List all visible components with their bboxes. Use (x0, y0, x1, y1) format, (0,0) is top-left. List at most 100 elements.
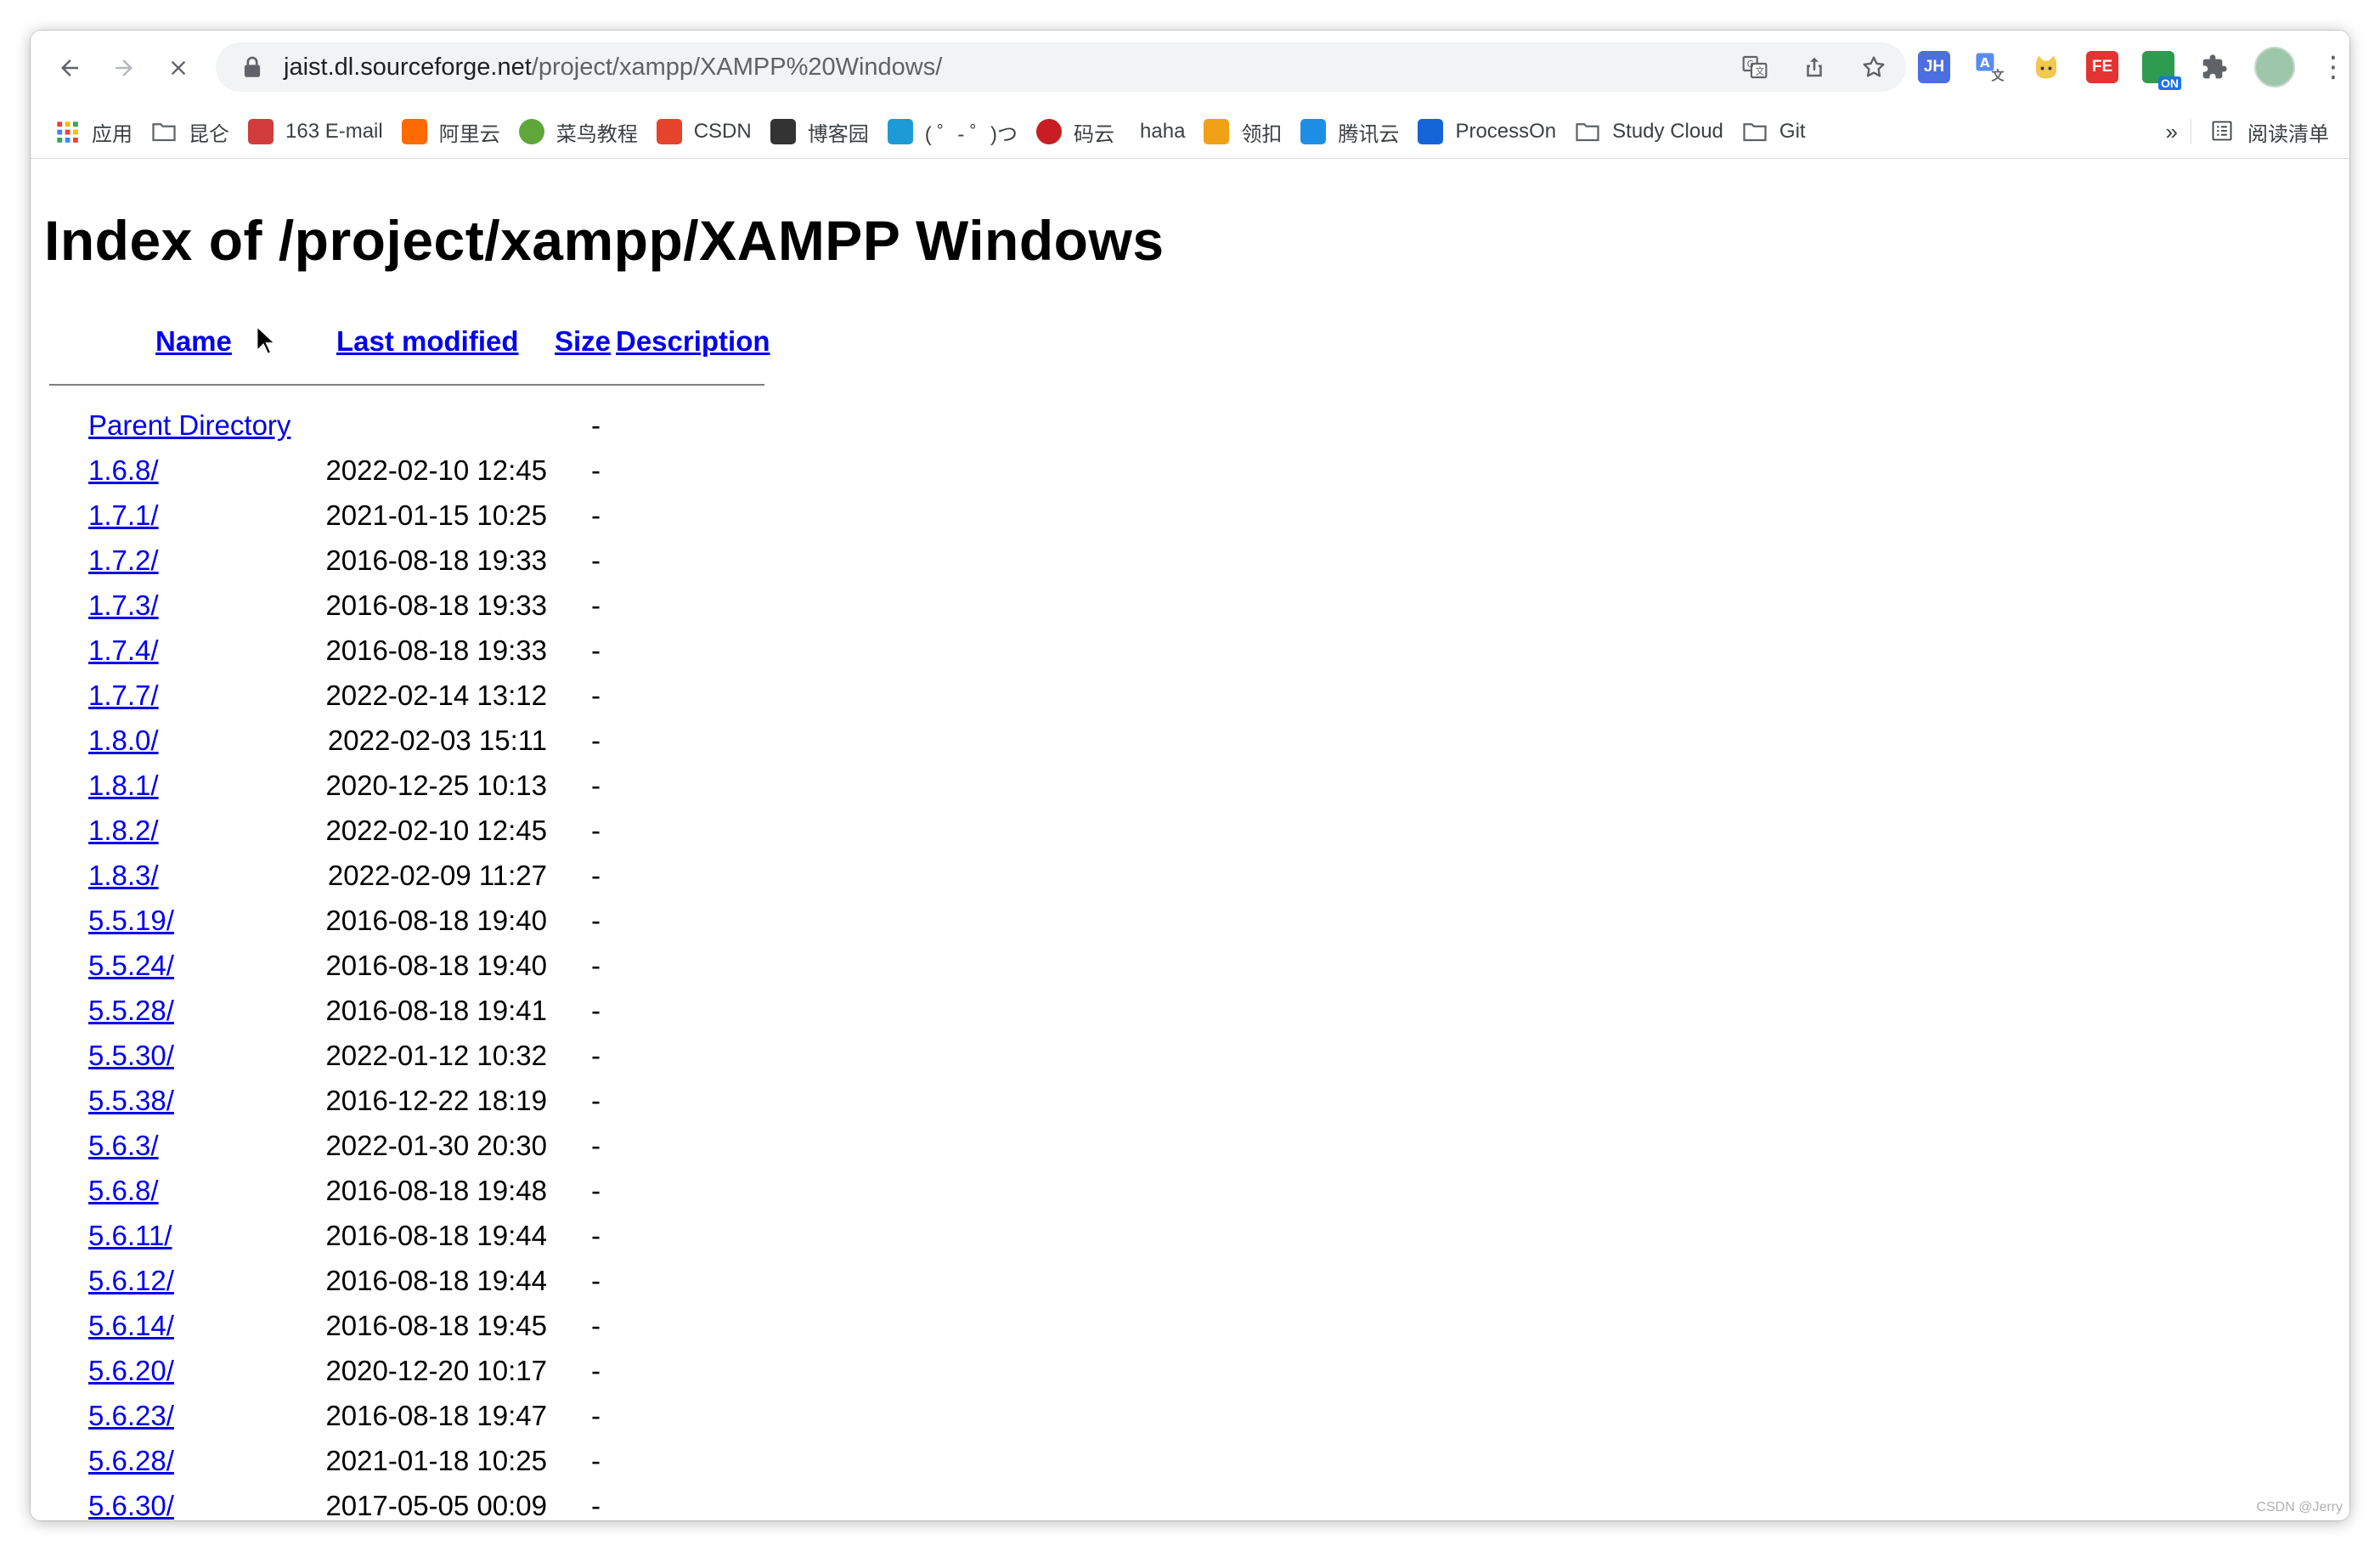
directory-link[interactable]: 1.7.4/ (88, 634, 159, 667)
last-modified-cell: 2022-02-10 12:45 (325, 815, 547, 846)
directory-link[interactable]: 5.5.28/ (88, 995, 174, 1027)
directory-link[interactable]: 5.6.20/ (88, 1355, 174, 1387)
directory-link[interactable]: 5.6.14/ (88, 1310, 174, 1342)
address-bar[interactable]: jaist.dl.sourceforge.net/project/xampp/X… (216, 42, 1906, 92)
directory-link[interactable]: 5.5.24/ (88, 950, 174, 982)
ext-cat-icon[interactable] (2030, 51, 2062, 83)
mail-163-icon (248, 119, 274, 144)
last-modified-cell: 2022-02-14 13:12 (325, 680, 547, 711)
bookmark-item[interactable]: 博客园 (770, 117, 869, 147)
last-modified-cell: 2020-12-20 10:17 (325, 1355, 547, 1386)
lock-icon[interactable] (240, 54, 265, 80)
bookmark-item[interactable]: 阿里云 (401, 117, 500, 147)
directory-link[interactable]: 1.7.2/ (88, 544, 159, 577)
svg-text:G: G (1747, 59, 1754, 70)
url-text[interactable]: jaist.dl.sourceforge.net/project/xampp/X… (284, 54, 942, 82)
reading-list-button[interactable]: 阅读清单 (2210, 105, 2329, 158)
bookmark-item[interactable]: ( ゜- ゜)つ (887, 117, 1018, 147)
size-cell: - (591, 1490, 601, 1520)
directory-link[interactable]: 1.8.2/ (88, 815, 159, 847)
directory-link[interactable]: 1.7.3/ (88, 589, 159, 622)
directory-link[interactable]: 5.6.12/ (88, 1265, 174, 1297)
last-modified-cell: 2016-08-18 19:44 (325, 1265, 547, 1296)
ext-translate-icon[interactable]: A文 (1974, 51, 2006, 83)
apps-grid-icon (54, 119, 80, 144)
stop-loading-button[interactable] (155, 44, 202, 92)
bookmark-star-icon[interactable] (1860, 54, 1887, 81)
size-cell: - (591, 1175, 601, 1206)
directory-link[interactable]: 5.6.28/ (88, 1445, 174, 1477)
size-cell: - (591, 1085, 601, 1116)
directory-link[interactable]: 1.8.1/ (88, 770, 159, 802)
directory-link[interactable]: 5.6.3/ (88, 1130, 159, 1162)
bookmark-item[interactable]: ProcessOn (1418, 119, 1556, 144)
ext-on-icon[interactable]: ON (2142, 51, 2181, 90)
share-icon[interactable] (1801, 54, 1828, 81)
back-button[interactable] (46, 44, 93, 92)
size-cell: - (591, 995, 601, 1026)
directory-link[interactable]: 5.5.38/ (88, 1085, 174, 1117)
directory-link[interactable]: 5.5.30/ (88, 1040, 174, 1072)
folder-icon (1575, 119, 1600, 144)
ext-fe-icon[interactable]: FE (2086, 51, 2118, 83)
directory-link[interactable]: 1.7.7/ (88, 680, 159, 712)
browser-toolbar: jaist.dl.sourceforge.net/project/xampp/X… (31, 31, 2349, 105)
bookmark-item[interactable]: 菜鸟教程 (518, 117, 638, 147)
directory-row: 5.5.19/2016-08-18 19:40 - (31, 905, 880, 950)
directory-row: 1.7.4/2016-08-18 19:33 - (31, 634, 880, 680)
directory-link[interactable]: 5.6.11/ (88, 1220, 172, 1252)
directory-row: 5.5.24/2016-08-18 19:40 - (31, 950, 880, 995)
size-cell: - (591, 544, 601, 576)
translate-page-icon[interactable]: G文 (1741, 54, 1768, 81)
directory-link[interactable]: 1.8.0/ (88, 725, 159, 757)
browser-window: jaist.dl.sourceforge.net/project/xampp/X… (31, 31, 2349, 1520)
sort-by-name-link[interactable]: Name (155, 325, 232, 358)
directory-row: 1.6.8/2022-02-10 12:45 - (31, 454, 880, 499)
directory-link[interactable]: 5.6.23/ (88, 1400, 174, 1432)
bookmark-item[interactable]: CSDN (656, 119, 752, 144)
close-icon (171, 60, 186, 76)
browser-menu-icon[interactable]: ⋮ (2319, 50, 2348, 84)
bookmark-label: Git (1779, 120, 1806, 143)
directory-link[interactable]: 5.6.30/ (88, 1490, 174, 1520)
directory-link[interactable]: 5.6.8/ (88, 1175, 159, 1207)
bookmark-item[interactable]: 昆仑 (151, 117, 229, 147)
bookmark-item[interactable]: 腾讯云 (1300, 117, 1399, 147)
directory-link[interactable]: 1.6.8/ (88, 454, 159, 487)
size-cell: - (591, 589, 601, 621)
bookmark-item[interactable]: haha (1140, 119, 1185, 144)
sort-by-last-modified-link[interactable]: Last modified (336, 325, 519, 358)
size-cell: - (591, 1265, 601, 1296)
reading-list-icon (2210, 119, 2236, 144)
bookmark-item[interactable]: 163 E-mail (248, 119, 383, 144)
csdn-icon (656, 119, 682, 144)
extensions-puzzle-icon[interactable] (2198, 51, 2231, 83)
size-cell: - (591, 1130, 601, 1161)
profile-avatar[interactable] (2254, 47, 2295, 87)
bookmark-item[interactable]: 码云 (1036, 117, 1114, 147)
ext-jh-icon[interactable]: JH (1918, 51, 1950, 83)
sort-by-size-link[interactable]: Size (555, 325, 611, 358)
bookmark-label: 码云 (1074, 122, 1115, 146)
bookmark-label: Study Cloud (1612, 120, 1723, 143)
bookmark-item[interactable]: Git (1742, 119, 1806, 144)
bookmark-label: 菜鸟教程 (556, 122, 638, 146)
bookmark-item[interactable]: 领扣 (1204, 117, 1282, 147)
directory-link[interactable]: 1.7.1/ (88, 499, 159, 532)
size-cell: - (591, 499, 601, 531)
bookmarks-overflow-button[interactable]: » (2166, 105, 2178, 158)
directory-link[interactable]: 1.8.3/ (88, 860, 159, 892)
last-modified-cell: 2016-08-18 19:41 (325, 995, 547, 1026)
size-cell: - (591, 1400, 601, 1431)
last-modified-cell: 2021-01-15 10:25 (325, 499, 547, 531)
directory-link[interactable]: 5.5.19/ (88, 905, 174, 937)
forward-button[interactable] (100, 44, 148, 92)
last-modified-cell: 2022-02-10 12:45 (325, 454, 547, 486)
bookmark-item[interactable]: 应用 (54, 117, 133, 147)
sort-by-description-link[interactable]: Description (616, 325, 770, 358)
bookmark-label: 阿里云 (438, 122, 500, 146)
last-modified-cell: 2016-08-18 19:40 (325, 905, 547, 936)
last-modified-cell: 2016-08-18 19:33 (325, 589, 547, 621)
parent-directory-link[interactable]: Parent Directory (88, 409, 290, 442)
bookmark-item[interactable]: Study Cloud (1575, 119, 1723, 144)
